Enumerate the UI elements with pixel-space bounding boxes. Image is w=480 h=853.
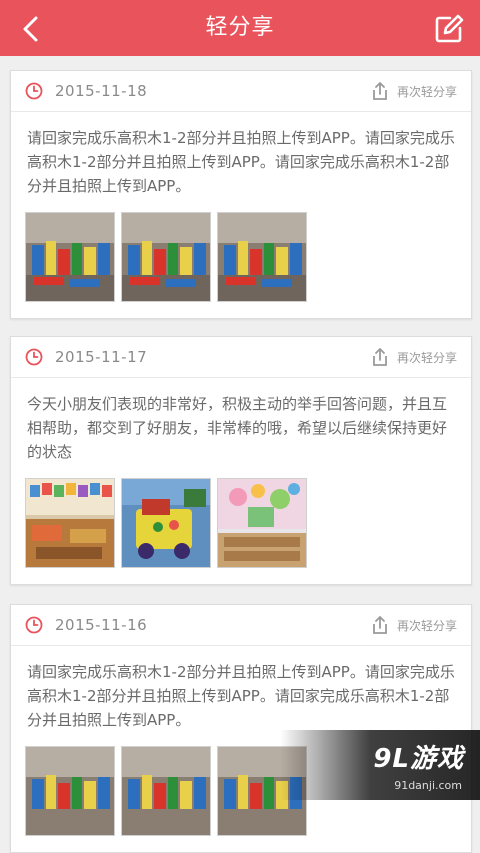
clock-icon — [25, 616, 43, 634]
share-icon — [373, 616, 387, 634]
post-date: 2015-11-18 — [55, 82, 148, 100]
share-icon — [373, 82, 387, 100]
lego-photo[interactable] — [121, 212, 211, 302]
post-card: 2015-11-16 再次轻分享 请回家完成乐高积木1-2部分并且拍照上传到AP… — [10, 604, 472, 853]
reshare-label: 再次轻分享 — [396, 350, 457, 365]
classroom-image — [26, 479, 114, 567]
reshare-label: 再次轻分享 — [396, 84, 457, 99]
lego-photo[interactable] — [217, 212, 307, 302]
classroom-photo[interactable] — [25, 478, 115, 568]
lego-image — [122, 747, 210, 835]
lego-photo[interactable] — [25, 212, 115, 302]
clock-icon — [25, 348, 43, 366]
mural-image — [218, 479, 306, 567]
edit-icon — [435, 14, 464, 43]
post-text: 请回家完成乐高积木1-2部分并且拍照上传到APP。请回家完成乐高积木1-2部分并… — [27, 663, 455, 729]
watermark-brand: 9L游戏 — [373, 744, 464, 774]
toy-image — [122, 479, 210, 567]
post-date: 2015-11-16 — [55, 616, 148, 634]
mural-photo[interactable] — [217, 478, 307, 568]
clock-icon — [25, 82, 43, 100]
post-date: 2015-11-17 — [55, 348, 148, 366]
share-icon — [373, 348, 387, 366]
post-text: 今天小朋友们表现的非常好，积极主动的举手回答问题，并且互相帮助，都交到了好朋友，… — [27, 395, 448, 461]
post-card: 2015-11-18 再次轻分享 请回家完成乐高积木1-2部分并且拍照上传到AP… — [10, 70, 472, 319]
reshare-button[interactable]: 再次轻分享 — [369, 605, 457, 645]
lego-image — [26, 747, 114, 835]
post-images — [11, 464, 471, 584]
post-text: 请回家完成乐高积木1-2部分并且拍照上传到APP。请回家完成乐高积木1-2部分并… — [27, 129, 455, 195]
lego-image — [218, 213, 306, 301]
lego-photo[interactable] — [121, 746, 211, 836]
reshare-button[interactable]: 再次轻分享 — [369, 71, 457, 111]
post-header: 2015-11-18 再次轻分享 — [11, 71, 471, 112]
reshare-button[interactable]: 再次轻分享 — [369, 337, 457, 377]
top-bar: 轻分享 — [0, 0, 480, 56]
post-header: 2015-11-16 再次轻分享 — [11, 605, 471, 646]
post-card: 2015-11-17 再次轻分享 今天小朋友们表现的非常好，积极主动的举手回答问… — [10, 336, 472, 585]
reshare-label: 再次轻分享 — [396, 618, 457, 633]
post-images — [11, 198, 471, 318]
post-header: 2015-11-17 再次轻分享 — [11, 337, 471, 378]
lego-image — [122, 213, 210, 301]
lego-photo[interactable] — [25, 746, 115, 836]
lego-image — [26, 213, 114, 301]
page-title: 轻分享 — [205, 15, 275, 40]
watermark-site: 91danji.com — [394, 779, 462, 792]
toy-photo[interactable] — [121, 478, 211, 568]
compose-button[interactable] — [432, 12, 466, 46]
site-watermark: 9L游戏 91danji.com — [280, 730, 480, 800]
